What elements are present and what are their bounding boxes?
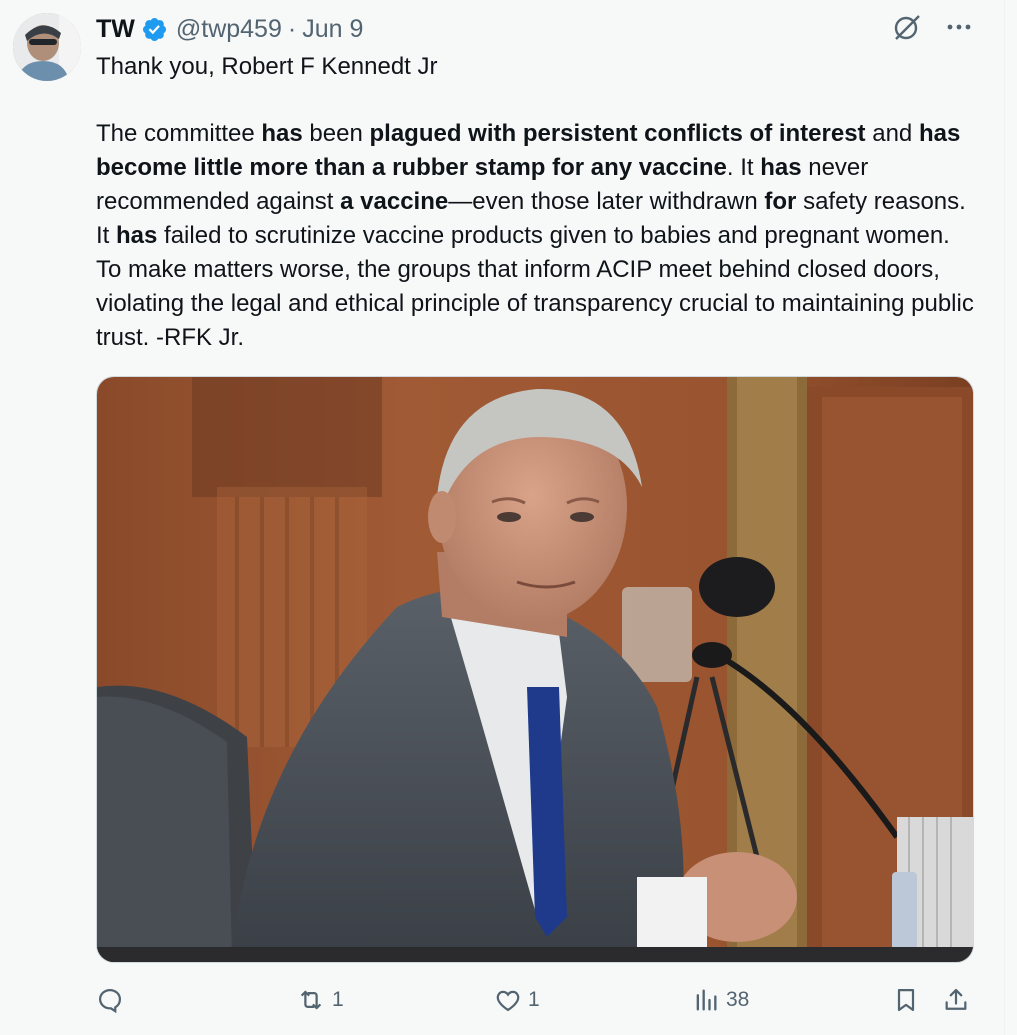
tweet-header: TW @twp459 · Jun 9 (96, 14, 363, 44)
share-button[interactable] (942, 982, 970, 1018)
grok-icon[interactable] (892, 12, 922, 42)
body-text-segment: and (865, 120, 919, 147)
body-text-segment: The committee (96, 120, 262, 147)
top-right-actions (892, 12, 974, 42)
tweet-actions: 1 1 38 (96, 982, 976, 1018)
body-text-segment: failed to scrutinize vaccine products gi… (96, 222, 974, 351)
bookmark-icon (892, 986, 920, 1014)
tweet-body: The committee has been plagued with pers… (96, 117, 976, 355)
reply-icon (96, 986, 124, 1014)
body-bold-segment: has (116, 222, 158, 249)
views-count: 38 (726, 988, 750, 1011)
verified-badge-icon (141, 16, 168, 43)
reply-button[interactable] (96, 982, 130, 1018)
retweet-button[interactable]: 1 (296, 982, 344, 1018)
handle[interactable]: @twp459 (176, 15, 282, 44)
body-text-segment: been (302, 120, 370, 147)
views-icon (692, 986, 720, 1014)
body-text-segment: . It (726, 154, 761, 181)
photo-image (97, 377, 973, 962)
share-icon (942, 986, 970, 1014)
retweet-count: 1 (332, 988, 344, 1011)
body-bold-segment: has (261, 120, 303, 147)
separator: · (287, 14, 297, 43)
avatar[interactable] (13, 13, 81, 81)
like-button[interactable]: 1 (494, 982, 540, 1018)
body-bold-segment: has (760, 154, 802, 181)
tweet-card[interactable]: TW @twp459 · Jun 9 Thank you, Robert F K (0, 0, 1005, 1035)
display-name[interactable]: TW (96, 15, 135, 44)
bookmark-button[interactable] (892, 982, 920, 1018)
body-bold-segment: for (764, 188, 797, 215)
like-icon (494, 986, 522, 1014)
more-icon[interactable] (944, 12, 974, 42)
tweet-first-line: Thank you, Robert F Kennedt Jr (96, 53, 438, 80)
tweet-photo[interactable] (96, 376, 974, 963)
timestamp[interactable]: Jun 9 (302, 15, 363, 44)
body-text-segment: —even those later withdrawn (448, 188, 765, 215)
body-bold-segment: plagued with persistent conflicts of int… (369, 120, 866, 147)
views-button[interactable]: 38 (692, 982, 749, 1018)
avatar-image (13, 13, 81, 81)
body-bold-segment: a vaccine (340, 188, 449, 215)
like-count: 1 (528, 988, 540, 1011)
retweet-icon (296, 985, 326, 1015)
